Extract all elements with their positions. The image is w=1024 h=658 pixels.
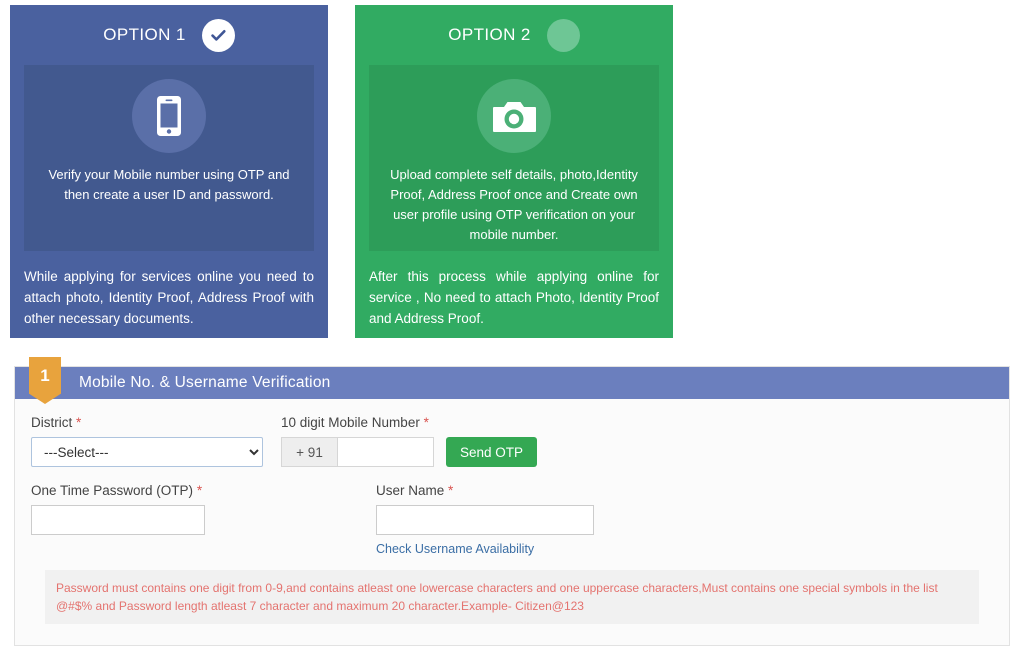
form-panel-body: District * ---Select--- 10 digit Mobile …: [15, 399, 1009, 624]
option-card-2[interactable]: OPTION 2 Upload complete self details, p…: [355, 5, 673, 338]
username-label: User Name *: [376, 483, 454, 498]
mobile-number-input[interactable]: [337, 437, 434, 467]
mobile-phone-icon: [157, 96, 181, 136]
otp-field-group: One Time Password (OTP) *: [31, 483, 376, 556]
option-card-1-title: OPTION 1: [103, 25, 186, 44]
otp-input[interactable]: [31, 505, 205, 535]
option-card-1-header: OPTION 1: [10, 5, 328, 65]
step-number-ribbon: 1: [29, 357, 61, 404]
verification-form-panel: 1 Mobile No. & Username Verification Dis…: [14, 357, 1010, 646]
option-card-1-body-text: Verify your Mobile number using OTP and …: [48, 167, 290, 202]
district-label: District *: [31, 415, 82, 430]
form-row-2: One Time Password (OTP) * User Name * Ch…: [31, 483, 993, 556]
option-card-1-inner-panel: Verify your Mobile number using OTP and …: [24, 65, 314, 251]
password-note-text: Password must contains one digit from 0-…: [56, 581, 938, 613]
form-panel-title: Mobile No. & Username Verification: [79, 374, 331, 391]
page-root: OPTION 1 Verify your Mobile number using…: [0, 0, 1024, 658]
otp-label: One Time Password (OTP) *: [31, 483, 203, 498]
form-panel-header: 1 Mobile No. & Username Verification: [15, 357, 1009, 404]
username-input[interactable]: [376, 505, 594, 535]
district-select[interactable]: ---Select---: [31, 437, 263, 467]
required-marker: *: [423, 415, 429, 430]
option-card-1[interactable]: OPTION 1 Verify your Mobile number using…: [10, 5, 328, 338]
required-marker: *: [76, 415, 82, 430]
check-icon: [210, 29, 226, 41]
mobile-label: 10 digit Mobile Number *: [281, 415, 429, 430]
option-card-2-footer-text: After this process while applying online…: [369, 269, 659, 326]
mobile-field-group: 10 digit Mobile Number * + 91 Send OTP: [281, 415, 538, 467]
option-card-2-inner-panel: Upload complete self details, photo,Iden…: [369, 65, 659, 251]
check-username-availability-link[interactable]: Check Username Availability: [376, 542, 594, 556]
camera-icon: [493, 102, 536, 132]
send-otp-button[interactable]: Send OTP: [446, 437, 538, 467]
required-marker: *: [196, 483, 203, 498]
option-card-2-title: OPTION 2: [448, 25, 531, 44]
required-marker: *: [448, 483, 454, 498]
district-field-group: District * ---Select---: [31, 415, 281, 467]
option-card-2-header: OPTION 2: [355, 5, 673, 65]
username-field-group: User Name * Check Username Availability: [376, 483, 594, 556]
camera-icon-circle: [477, 79, 551, 153]
mobile-phone-icon-circle: [132, 79, 206, 153]
option-2-selected-indicator[interactable]: [546, 18, 580, 52]
form-row-1: District * ---Select--- 10 digit Mobile …: [31, 415, 993, 467]
option-card-2-body-text: Upload complete self details, photo,Iden…: [390, 167, 638, 242]
country-prefix: + 91: [281, 437, 337, 467]
option-card-1-footer-text: While applying for services online you n…: [24, 269, 314, 326]
password-requirements-note: Password must contains one digit from 0-…: [45, 570, 979, 624]
mobile-input-group: + 91 Send OTP: [281, 437, 538, 467]
option-1-selected-indicator[interactable]: [201, 18, 235, 52]
